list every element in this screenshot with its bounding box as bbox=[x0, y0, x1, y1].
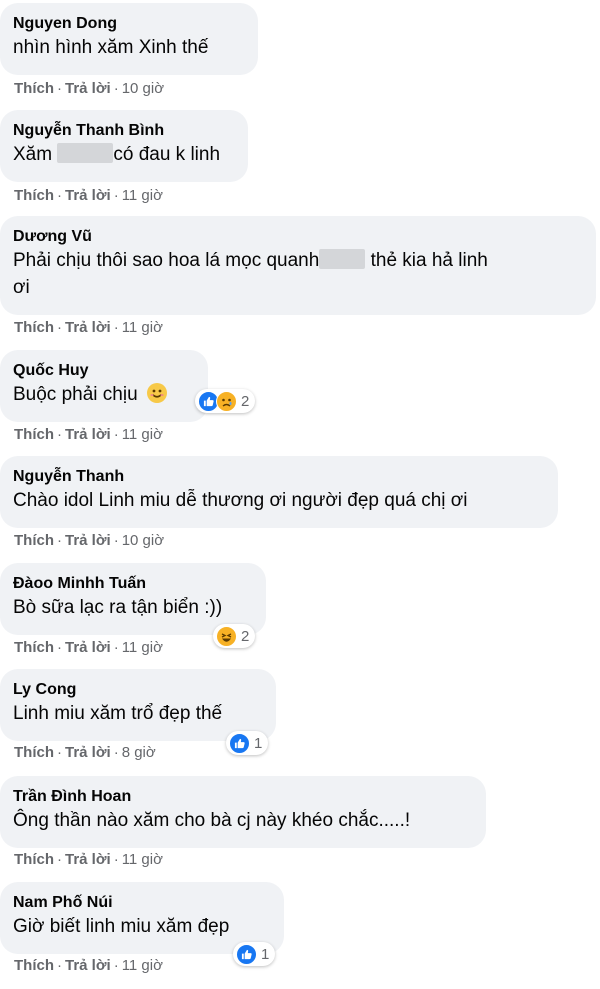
reaction-summary[interactable]: 1 bbox=[226, 731, 269, 755]
comment-author[interactable]: Dương Vũ bbox=[13, 227, 582, 247]
comment-text-line2: ơi bbox=[13, 277, 30, 298]
comment-bubble: Quốc Huy Buộc phải chịu bbox=[0, 350, 208, 422]
reaction-summary[interactable]: 2 bbox=[213, 624, 256, 648]
comment-time[interactable]: 10 giờ bbox=[122, 532, 164, 549]
comment-actions: Thích · Trả lời · 11 giờ bbox=[14, 639, 163, 656]
comment-actions: Thích · Trả lời · 8 giờ bbox=[14, 744, 156, 761]
comment-time[interactable]: 10 giờ bbox=[122, 80, 164, 97]
reply-link[interactable]: Trả lời bbox=[65, 639, 111, 656]
like-link[interactable]: Thích bbox=[14, 532, 54, 549]
comment-actions: Thích · Trả lời · 10 giờ bbox=[14, 532, 165, 549]
sad-reaction-icon bbox=[216, 390, 237, 412]
reaction-count: 1 bbox=[261, 945, 270, 963]
reply-link[interactable]: Trả lời bbox=[65, 80, 111, 97]
haha-reaction-icon bbox=[216, 625, 237, 647]
comment-time[interactable]: 11 giờ bbox=[122, 187, 163, 204]
comment-text: Giờ biết linh miu xăm đẹp bbox=[13, 916, 230, 937]
comment-bubble: Trần Đình Hoan Ông thần nào xăm cho bà c… bbox=[0, 776, 486, 848]
comment-author[interactable]: Nguyen Dong bbox=[13, 14, 244, 34]
comment-time[interactable]: 11 giờ bbox=[122, 851, 163, 868]
smile-emoji-icon bbox=[146, 383, 167, 403]
reply-link[interactable]: Trả lời bbox=[65, 851, 111, 868]
comment-bubble: Dương Vũ Phải chịu thôi sao hoa lá mọc q… bbox=[0, 216, 596, 315]
comment-bubble: Nguyễn Thanh Chào idol Linh miu dễ thươn… bbox=[0, 456, 558, 528]
comment-actions: Thích · Trả lời · 11 giờ bbox=[14, 187, 163, 204]
comment-author[interactable]: Đàoo Minhh Tuấn bbox=[13, 574, 252, 594]
comment-actions: Thích · Trả lời · 11 giờ bbox=[14, 319, 163, 336]
like-reaction-icon bbox=[229, 732, 250, 754]
comment-bubble: Nguyễn Thanh Bình Xăm có đau k linh bbox=[0, 110, 248, 182]
comment-text: nhìn hình xăm Xinh thế bbox=[13, 37, 209, 58]
comment-actions: Thích · Trả lời · 11 giờ bbox=[14, 957, 163, 974]
comment-text: Ông thần nào xăm cho bà cj này khéo chắc… bbox=[13, 810, 411, 831]
like-link[interactable]: Thích bbox=[14, 639, 54, 656]
reply-link[interactable]: Trả lời bbox=[65, 426, 111, 443]
comment-author[interactable]: Quốc Huy bbox=[13, 361, 194, 381]
comment-text: Xăm có đau k linh bbox=[13, 143, 221, 165]
reply-link[interactable]: Trả lời bbox=[65, 957, 111, 974]
reply-link[interactable]: Trả lời bbox=[65, 187, 111, 204]
comment-author[interactable]: Nam Phố Núi bbox=[13, 893, 270, 913]
censored-blur bbox=[319, 249, 366, 269]
comment-time[interactable]: 11 giờ bbox=[122, 639, 163, 656]
comment-author[interactable]: Nguyễn Thanh Bình bbox=[13, 121, 234, 141]
like-link[interactable]: Thích bbox=[14, 744, 54, 761]
comment-bubble: Ly Cong Linh miu xăm trổ đẹp thế bbox=[0, 669, 276, 741]
comment-text: Phải chịu thôi sao hoa lá mọc quanh thẻ … bbox=[13, 249, 488, 271]
like-link[interactable]: Thích bbox=[14, 851, 54, 868]
reply-link[interactable]: Trả lời bbox=[65, 319, 111, 336]
censored-blur bbox=[57, 143, 114, 163]
comment-author[interactable]: Trần Đình Hoan bbox=[13, 787, 472, 807]
reaction-summary[interactable]: 1 bbox=[233, 942, 276, 966]
reaction-count: 1 bbox=[254, 734, 263, 752]
reply-link[interactable]: Trả lời bbox=[65, 744, 111, 761]
comment-bubble: Nguyen Dong nhìn hình xăm Xinh thế bbox=[0, 3, 258, 75]
comment-author[interactable]: Nguyễn Thanh bbox=[13, 467, 544, 487]
comment-text: Buộc phải chịu bbox=[13, 381, 194, 408]
like-link[interactable]: Thích bbox=[14, 426, 54, 443]
comment-time[interactable]: 11 giờ bbox=[122, 957, 163, 974]
reaction-count: 2 bbox=[241, 392, 250, 410]
like-link[interactable]: Thích bbox=[14, 319, 54, 336]
comment-text: Bò sữa lạc ra tận biển :)) bbox=[13, 597, 223, 618]
comment-text: Chào idol Linh miu dễ thương ơi người đẹ… bbox=[13, 490, 468, 511]
comment-time[interactable]: 8 giờ bbox=[122, 744, 156, 761]
comment-actions: Thích · Trả lời · 11 giờ bbox=[14, 851, 163, 868]
like-link[interactable]: Thích bbox=[14, 80, 54, 97]
comment-text: Linh miu xăm trổ đẹp thế bbox=[13, 703, 223, 724]
like-reaction-icon bbox=[236, 943, 257, 965]
comment-time[interactable]: 11 giờ bbox=[122, 426, 163, 443]
reaction-count: 2 bbox=[241, 627, 250, 645]
like-link[interactable]: Thích bbox=[14, 957, 54, 974]
comment-time[interactable]: 11 giờ bbox=[122, 319, 163, 336]
comment-author[interactable]: Ly Cong bbox=[13, 680, 262, 700]
like-link[interactable]: Thích bbox=[14, 187, 54, 204]
comment-actions: Thích · Trả lời · 10 giờ bbox=[14, 80, 165, 97]
reply-link[interactable]: Trả lời bbox=[65, 532, 111, 549]
reaction-summary[interactable]: 2 bbox=[195, 389, 256, 413]
comment-actions: Thích · Trả lời · 11 giờ bbox=[14, 426, 163, 443]
